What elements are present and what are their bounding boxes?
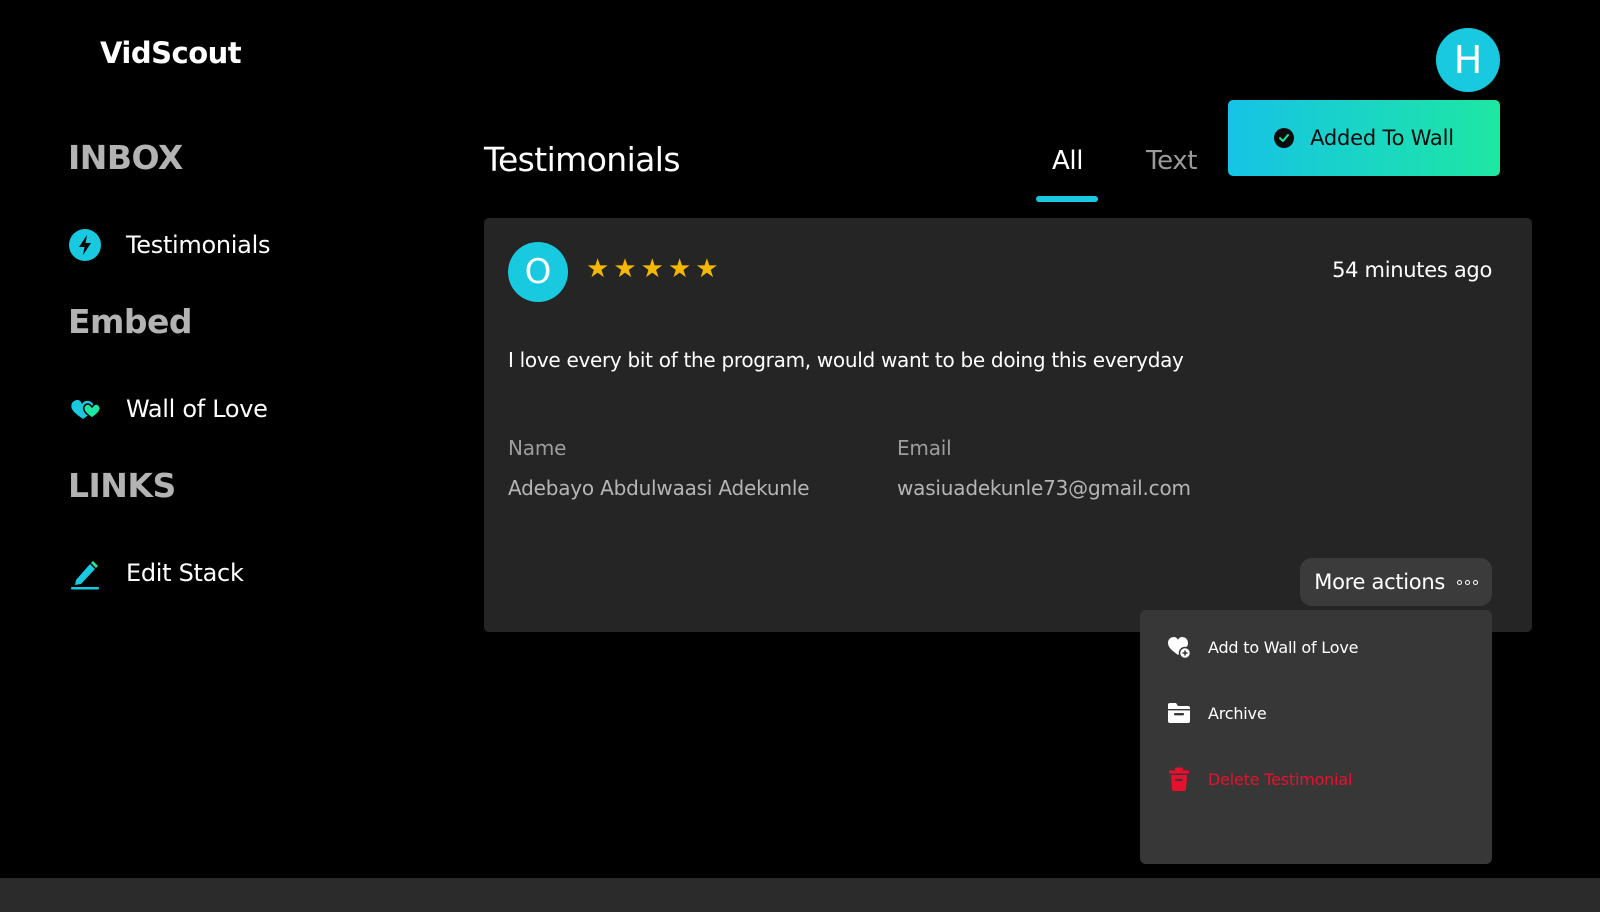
menu-item-add-to-wall[interactable]: Add to Wall of Love bbox=[1166, 634, 1358, 660]
more-actions-menu: Add to Wall of Love Archive Delete Testi… bbox=[1140, 610, 1492, 864]
testimonial-message: I love every bit of the program, would w… bbox=[508, 348, 1184, 372]
star-rating: ★ ★ ★ ★ ★ bbox=[586, 256, 719, 282]
menu-item-label: Add to Wall of Love bbox=[1208, 637, 1359, 657]
added-to-wall-toast[interactable]: Added To Wall bbox=[1228, 100, 1500, 176]
ellipsis-icon bbox=[1457, 579, 1478, 585]
testimonial-card: O ★ ★ ★ ★ ★ 54 minutes ago I love every … bbox=[484, 218, 1532, 632]
reviewer-avatar: O bbox=[508, 242, 568, 302]
heart-plus-icon bbox=[1166, 634, 1192, 660]
tab-all[interactable]: All bbox=[1052, 146, 1083, 176]
menu-item-label: Archive bbox=[1208, 703, 1267, 723]
sidebar-item-label: Wall of Love bbox=[126, 395, 268, 423]
app-root: VidScout H INBOX Testimonials Embed Wall… bbox=[0, 0, 1600, 912]
user-avatar[interactable]: H bbox=[1436, 28, 1500, 92]
bolt-icon bbox=[68, 228, 102, 262]
testimonial-timestamp: 54 minutes ago bbox=[1332, 258, 1492, 282]
menu-item-delete[interactable]: Delete Testimonial bbox=[1166, 766, 1352, 792]
menu-item-label: Delete Testimonial bbox=[1208, 769, 1353, 789]
tab-text[interactable]: Text bbox=[1146, 146, 1197, 176]
tab-active-indicator bbox=[1036, 196, 1098, 202]
sidebar-heading-embed: Embed bbox=[68, 302, 193, 341]
page-title: Testimonials bbox=[484, 140, 681, 179]
star-icon: ★ bbox=[586, 254, 610, 284]
check-circle-icon bbox=[1274, 128, 1295, 148]
archive-icon bbox=[1166, 700, 1192, 726]
pencil-icon bbox=[68, 556, 102, 590]
sidebar-item-wall-of-love[interactable]: Wall of Love bbox=[68, 392, 268, 426]
sidebar-heading-inbox: INBOX bbox=[68, 138, 183, 177]
more-actions-button[interactable]: More actions bbox=[1300, 558, 1492, 606]
star-icon: ★ bbox=[695, 254, 719, 284]
star-icon: ★ bbox=[667, 254, 692, 284]
sidebar-item-testimonials[interactable]: Testimonials bbox=[68, 228, 270, 262]
hearts-icon bbox=[68, 392, 102, 426]
star-icon: ★ bbox=[613, 254, 637, 284]
email-label: Email bbox=[897, 436, 952, 460]
sidebar-item-label: Testimonials bbox=[126, 231, 271, 259]
sidebar-heading-links: LINKS bbox=[68, 466, 176, 505]
sidebar-item-label: Edit Stack bbox=[126, 559, 244, 587]
menu-item-archive[interactable]: Archive bbox=[1166, 700, 1267, 726]
bottom-bar bbox=[0, 878, 1600, 912]
email-value: wasiuadekunle73@gmail.com bbox=[897, 476, 1191, 500]
more-actions-label: More actions bbox=[1314, 570, 1445, 594]
sidebar-item-edit-stack[interactable]: Edit Stack bbox=[68, 556, 244, 590]
star-icon: ★ bbox=[640, 254, 664, 284]
name-label: Name bbox=[508, 436, 567, 460]
toast-text: Added To Wall bbox=[1310, 126, 1454, 150]
app-logo[interactable]: VidScout bbox=[100, 36, 242, 70]
name-value: Adebayo Abdulwaasi Adekunle bbox=[508, 476, 810, 500]
trash-icon bbox=[1166, 766, 1192, 792]
